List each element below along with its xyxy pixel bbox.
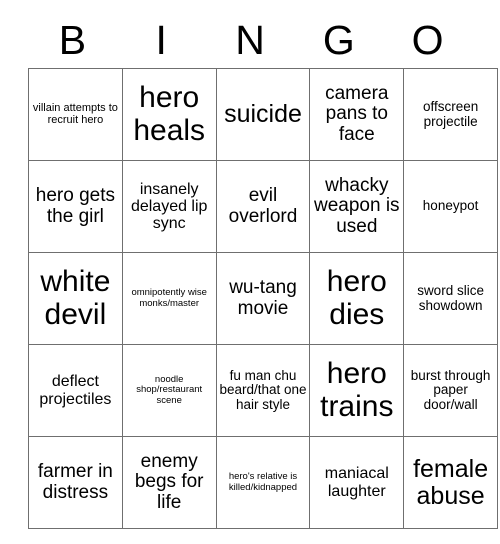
- bingo-cell[interactable]: enemy begs for life: [121, 436, 217, 529]
- bingo-cell[interactable]: fu man chu beard/that one hair style: [215, 344, 311, 437]
- bingo-cell[interactable]: suicide: [215, 68, 311, 161]
- bingo-cell[interactable]: villain attempts to recruit hero: [28, 68, 123, 161]
- bingo-cell[interactable]: hero's relative is killed/kidnapped: [215, 436, 311, 529]
- header-letter-i: I: [155, 16, 167, 63]
- bingo-cell[interactable]: white devil: [28, 252, 123, 345]
- header-letter-o: O: [411, 16, 444, 63]
- bingo-row: farmer in distress enemy begs for life h…: [28, 436, 498, 529]
- bingo-cell[interactable]: sword slice showdown: [403, 252, 498, 345]
- bingo-cell[interactable]: hero heals: [121, 68, 217, 161]
- bingo-row: villain attempts to recruit hero hero he…: [28, 68, 498, 161]
- header-letter-b: B: [58, 16, 87, 63]
- bingo-cell[interactable]: maniacal laughter: [309, 436, 405, 529]
- bingo-row: deflect projectiles noodle shop/restaura…: [28, 344, 498, 437]
- bingo-cell[interactable]: burst through paper door/wall: [403, 344, 498, 437]
- bingo-cell[interactable]: insanely delayed lip sync: [121, 160, 217, 253]
- bingo-cell[interactable]: hero gets the girl: [28, 160, 123, 253]
- bingo-cell[interactable]: noodle shop/restaurant scene: [121, 344, 217, 437]
- bingo-cell[interactable]: farmer in distress: [28, 436, 123, 529]
- bingo-cell[interactable]: camera pans to face: [309, 68, 405, 161]
- bingo-cell[interactable]: female abuse: [403, 436, 498, 529]
- bingo-cell[interactable]: omnipotently wise monks/master: [121, 252, 217, 345]
- bingo-grid: villain attempts to recruit hero hero he…: [28, 68, 498, 529]
- bingo-row: hero gets the girl insanely delayed lip …: [28, 160, 498, 253]
- bingo-cell[interactable]: hero dies: [309, 252, 405, 345]
- header-letter-n: N: [235, 16, 265, 63]
- bingo-cell[interactable]: evil overlord: [215, 160, 311, 253]
- bingo-card: B I N G O villain attempts to recruit he…: [28, 12, 498, 529]
- bingo-cell[interactable]: wu-tang movie: [215, 252, 311, 345]
- bingo-cell[interactable]: whacky weapon is used: [309, 160, 405, 253]
- bingo-cell[interactable]: honeypot: [403, 160, 498, 253]
- bingo-header: B I N G O: [28, 12, 472, 68]
- bingo-cell[interactable]: hero trains: [309, 344, 405, 437]
- bingo-cell[interactable]: deflect projectiles: [28, 344, 123, 437]
- bingo-cell[interactable]: offscreen projectile: [403, 68, 498, 161]
- bingo-row: white devil omnipotently wise monks/mast…: [28, 252, 498, 345]
- header-letter-g: G: [322, 16, 355, 63]
